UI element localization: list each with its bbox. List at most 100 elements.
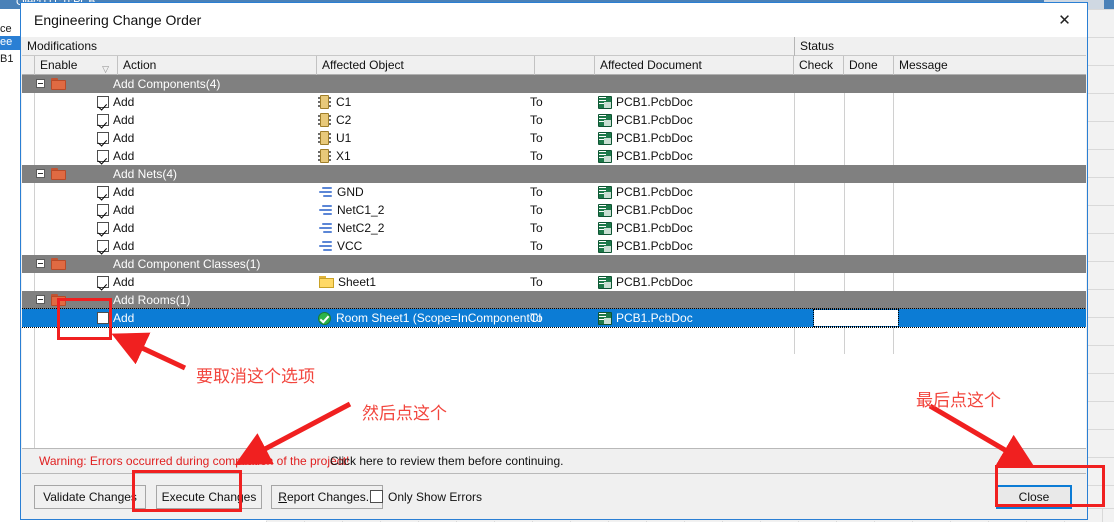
row-object: C2 [318, 111, 351, 129]
row-object: U1 [318, 129, 351, 147]
warning-text-hint: Click here to review them before continu… [330, 454, 564, 468]
row-object: Sheet1 [318, 273, 376, 291]
pcb-document-icon [598, 222, 612, 235]
group-header-row[interactable]: Add Nets(4) [22, 165, 1086, 183]
group-label: Add Component Classes(1) [113, 257, 261, 271]
collapse-expander-icon[interactable] [36, 79, 45, 88]
table-row[interactable]: Add X1 To PCB1.PcbDoc [22, 147, 1086, 165]
only-show-errors-label: Only Show Errors [388, 490, 483, 504]
enable-checkbox[interactable] [97, 204, 109, 216]
annotation-cancel-option: 要取消这个选项 [196, 367, 315, 387]
row-action: Add [113, 95, 135, 109]
enable-checkbox[interactable] [97, 186, 109, 198]
group-label: Add Components(4) [113, 77, 221, 91]
table-row[interactable]: Add GND To PCB1.PcbDoc [22, 183, 1086, 201]
collapse-expander-icon[interactable] [36, 295, 45, 304]
folder-icon [51, 168, 66, 180]
enable-checkbox[interactable] [97, 276, 109, 288]
header-affected-document[interactable]: Affected Document [595, 56, 794, 75]
row-object: C1 [318, 93, 351, 111]
row-document: PCB1.PcbDoc [597, 111, 693, 129]
enable-checkbox[interactable] [97, 240, 109, 252]
row-action: Add [113, 221, 135, 235]
collapse-expander-icon[interactable] [36, 169, 45, 178]
header-done[interactable]: Done [844, 56, 894, 75]
row-to: To [530, 149, 543, 163]
table-row[interactable]: Add NetC2_2 To PCB1.PcbDoc [22, 219, 1086, 237]
net-icon [319, 222, 333, 234]
pcb-document-icon [598, 114, 612, 127]
net-icon [319, 240, 333, 252]
row-document: PCB1.PcbDoc [597, 273, 693, 291]
table-row[interactable]: Add VCC To PCB1.PcbDoc [22, 237, 1086, 255]
row-action: Add [113, 185, 135, 199]
yellow-folder-icon [319, 276, 334, 288]
row-document: PCB1.PcbDoc [597, 93, 693, 111]
close-icon[interactable]: ✕ [1042, 3, 1087, 37]
header-enable[interactable]: Enable ▽ [35, 56, 118, 75]
sort-descending-icon: ▽ [102, 64, 109, 74]
band-modifications: Modifications [22, 37, 795, 56]
check-status-cell-editor[interactable] [813, 309, 899, 327]
pcb-document-icon [598, 204, 612, 217]
band-status: Status [800, 39, 835, 53]
enable-checkbox[interactable] [97, 114, 109, 126]
background-left-selected-item[interactable]: ee [0, 36, 20, 50]
group-header-row[interactable]: Add Component Classes(1) [22, 255, 1086, 273]
annotation-box-enable-checkbox [57, 298, 112, 340]
row-to: To [530, 203, 543, 217]
pcb-document-icon [598, 96, 612, 109]
table-row[interactable]: Add Sheet1 To PCB1.PcbDoc [22, 273, 1086, 291]
report-changes-button[interactable]: Report Changes... [271, 485, 383, 509]
enable-checkbox[interactable] [97, 96, 109, 108]
pcb-document-icon [598, 150, 612, 163]
header-gutter [22, 56, 35, 75]
row-document: PCB1.PcbDoc [597, 201, 693, 219]
table-row[interactable]: Add C1 To PCB1.PcbDoc [22, 93, 1086, 111]
group-label: Add Rooms(1) [113, 293, 191, 307]
row-object: NetC1_2 [318, 201, 384, 219]
row-document: PCB1.PcbDoc [597, 237, 693, 255]
group-header-row[interactable]: Add Components(4) [22, 75, 1086, 93]
row-to: To [530, 221, 543, 235]
table-row-selected[interactable]: Add Room Sheet1 (Scope=InComponentCl To … [22, 308, 1086, 328]
row-object: X1 [318, 147, 351, 165]
row-to: To [530, 95, 543, 109]
header-affected-object[interactable]: Affected Object [317, 56, 535, 75]
validate-changes-button[interactable]: Validate Changes [34, 485, 146, 509]
column-header-row: Enable ▽ Action Affected Object Affected… [22, 56, 1086, 75]
row-action: Add [113, 131, 135, 145]
group-label: Add Nets(4) [113, 167, 178, 181]
background-left-text-2: ee [0, 36, 13, 48]
component-icon [318, 95, 331, 109]
enable-checkbox[interactable] [97, 132, 109, 144]
header-action[interactable]: Action [118, 56, 317, 75]
folder-icon [51, 78, 66, 90]
background-left-text-1: ce [0, 23, 12, 35]
table-row[interactable]: Add C2 To PCB1.PcbDoc [22, 111, 1086, 129]
row-action: Add [113, 149, 135, 163]
component-icon [318, 149, 331, 163]
row-to: To [530, 185, 543, 199]
collapse-expander-icon[interactable] [36, 259, 45, 268]
row-document: PCB1.PcbDoc [597, 147, 693, 165]
table-row[interactable]: Add U1 To PCB1.PcbDoc [22, 129, 1086, 147]
header-check[interactable]: Check [794, 56, 844, 75]
header-spacer [535, 56, 595, 75]
component-icon [318, 113, 331, 127]
group-header-row[interactable]: Add Rooms(1) [22, 291, 1086, 309]
row-document: PCB1.PcbDoc [597, 219, 693, 237]
enable-checkbox[interactable] [97, 150, 109, 162]
only-show-errors-checkbox[interactable] [370, 490, 383, 503]
enable-checkbox[interactable] [97, 222, 109, 234]
folder-icon [51, 258, 66, 270]
row-object: NetC2_2 [318, 219, 384, 237]
pcb-document-icon [598, 240, 612, 253]
pcb-canvas-grid-right [1086, 9, 1114, 522]
header-message[interactable]: Message [894, 56, 1086, 75]
table-row[interactable]: Add NetC1_2 To PCB1.PcbDoc [22, 201, 1086, 219]
pcb-document-icon [598, 312, 612, 325]
row-action: Add [113, 113, 135, 127]
row-action: Add [113, 239, 135, 253]
engineering-change-order-dialog: Engineering Change Order ✕ Modifications… [20, 2, 1088, 520]
